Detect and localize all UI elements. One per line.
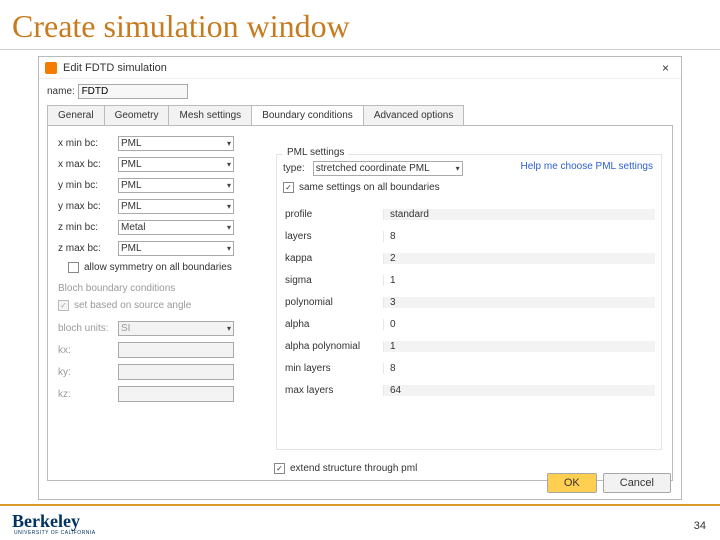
pml-legend: PML settings xyxy=(283,147,348,158)
tab-bar: General Geometry Mesh settings Boundary … xyxy=(39,99,681,125)
ymin-select[interactable]: PML▾ xyxy=(118,178,234,193)
window-title: Edit FDTD simulation xyxy=(63,62,167,74)
row-max-layers-label: max layers xyxy=(283,385,383,396)
footer-logo: Berkeley xyxy=(12,511,96,532)
tab-geometry[interactable]: Geometry xyxy=(104,105,170,125)
same-settings-checkbox[interactable] xyxy=(283,182,294,193)
pml-table: profilestandard layers8 kappa2 sigma1 po… xyxy=(283,203,655,401)
pml-settings-group: PML settings type: stretched coordinate … xyxy=(276,154,662,450)
tab-mesh-settings[interactable]: Mesh settings xyxy=(168,105,252,125)
bloch-units-label: bloch units: xyxy=(58,323,118,334)
allow-symmetry-checkbox[interactable] xyxy=(68,262,79,273)
row-alpha-poly-value[interactable]: 1 xyxy=(383,341,655,352)
app-icon xyxy=(45,62,57,74)
edit-fdtd-window: Edit FDTD simulation × name: General Geo… xyxy=(38,56,682,500)
row-profile-value[interactable]: standard xyxy=(383,209,655,220)
row-sigma-value[interactable]: 1 xyxy=(383,275,655,286)
tab-advanced-options[interactable]: Advanced options xyxy=(363,105,465,125)
row-polynomial-value[interactable]: 3 xyxy=(383,297,655,308)
row-min-layers-label: min layers xyxy=(283,363,383,374)
allow-symmetry-label: allow symmetry on all boundaries xyxy=(84,262,232,273)
row-layers-label: layers xyxy=(283,231,383,242)
page-number: 34 xyxy=(694,520,706,532)
row-polynomial-label: polynomial xyxy=(283,297,383,308)
pml-type-label: type: xyxy=(283,163,305,174)
row-layers-value[interactable]: 8 xyxy=(383,231,655,242)
zmin-select[interactable]: Metal▾ xyxy=(118,220,234,235)
tab-boundary-conditions[interactable]: Boundary conditions xyxy=(251,105,364,125)
xmin-label: x min bc: xyxy=(58,138,118,149)
bloch-set-based-checkbox xyxy=(58,300,69,311)
close-button[interactable]: × xyxy=(656,59,675,77)
xmax-label: x max bc: xyxy=(58,159,118,170)
ymax-select[interactable]: PML▾ xyxy=(118,199,234,214)
ymin-label: y min bc: xyxy=(58,180,118,191)
zmin-label: z min bc: xyxy=(58,222,118,233)
slide-title: Create simulation window xyxy=(0,0,720,50)
row-profile-label: profile xyxy=(283,209,383,220)
xmax-select[interactable]: PML▾ xyxy=(118,157,234,172)
name-row: name: xyxy=(39,79,681,99)
bloch-header: Bloch boundary conditions xyxy=(58,283,256,294)
boundary-conditions-panel: x min bc:PML▾ x max bc:PML▾ y min bc:PML… xyxy=(47,125,673,481)
row-alpha-poly-label: alpha polynomial xyxy=(283,341,383,352)
kx-label: kx: xyxy=(58,345,118,356)
bc-left-column: x min bc:PML▾ x max bc:PML▾ y min bc:PML… xyxy=(48,126,266,480)
chevron-down-icon: ▾ xyxy=(227,202,231,211)
row-min-layers-value[interactable]: 8 xyxy=(383,363,655,374)
name-label: name: xyxy=(47,86,75,97)
kx-input xyxy=(118,342,234,358)
pml-help-link[interactable]: Help me choose PML settings xyxy=(521,161,653,172)
ok-button[interactable]: OK xyxy=(547,473,597,493)
ymax-label: y max bc: xyxy=(58,201,118,212)
row-sigma-label: sigma xyxy=(283,275,383,286)
cancel-button[interactable]: Cancel xyxy=(603,473,671,493)
chevron-down-icon: ▾ xyxy=(227,223,231,232)
chevron-down-icon: ▾ xyxy=(227,324,231,333)
chevron-down-icon: ▾ xyxy=(456,164,460,173)
slide-footer: Berkeley UNIVERSITY OF CALIFORNIA xyxy=(0,504,720,540)
footer-subtext: UNIVERSITY OF CALIFORNIA xyxy=(14,530,96,536)
chevron-down-icon: ▾ xyxy=(227,181,231,190)
ky-label: ky: xyxy=(58,367,118,378)
row-kappa-value[interactable]: 2 xyxy=(383,253,655,264)
extend-structure-checkbox[interactable] xyxy=(274,463,285,474)
xmin-select[interactable]: PML▾ xyxy=(118,136,234,151)
name-input[interactable] xyxy=(78,84,188,99)
chevron-down-icon: ▾ xyxy=(227,160,231,169)
tab-general[interactable]: General xyxy=(47,105,105,125)
extend-structure-label: extend structure through pml xyxy=(290,463,417,474)
same-settings-label: same settings on all boundaries xyxy=(299,182,440,193)
zmax-select[interactable]: PML▾ xyxy=(118,241,234,256)
bloch-set-based-label: set based on source angle xyxy=(74,300,191,311)
kz-label: kz: xyxy=(58,389,118,400)
row-alpha-label: alpha xyxy=(283,319,383,330)
window-titlebar: Edit FDTD simulation × xyxy=(39,57,681,79)
dialog-buttons: OK Cancel xyxy=(547,473,671,493)
pml-right-column: PML settings type: stretched coordinate … xyxy=(266,126,672,480)
row-max-layers-value[interactable]: 64 xyxy=(383,385,655,396)
kz-input xyxy=(118,386,234,402)
pml-type-select[interactable]: stretched coordinate PML▾ xyxy=(313,161,463,176)
ky-input xyxy=(118,364,234,380)
chevron-down-icon: ▾ xyxy=(227,244,231,253)
row-alpha-value[interactable]: 0 xyxy=(383,319,655,330)
chevron-down-icon: ▾ xyxy=(227,139,231,148)
bloch-units-select: SI▾ xyxy=(118,321,234,336)
zmax-label: z max bc: xyxy=(58,243,118,254)
row-kappa-label: kappa xyxy=(283,253,383,264)
